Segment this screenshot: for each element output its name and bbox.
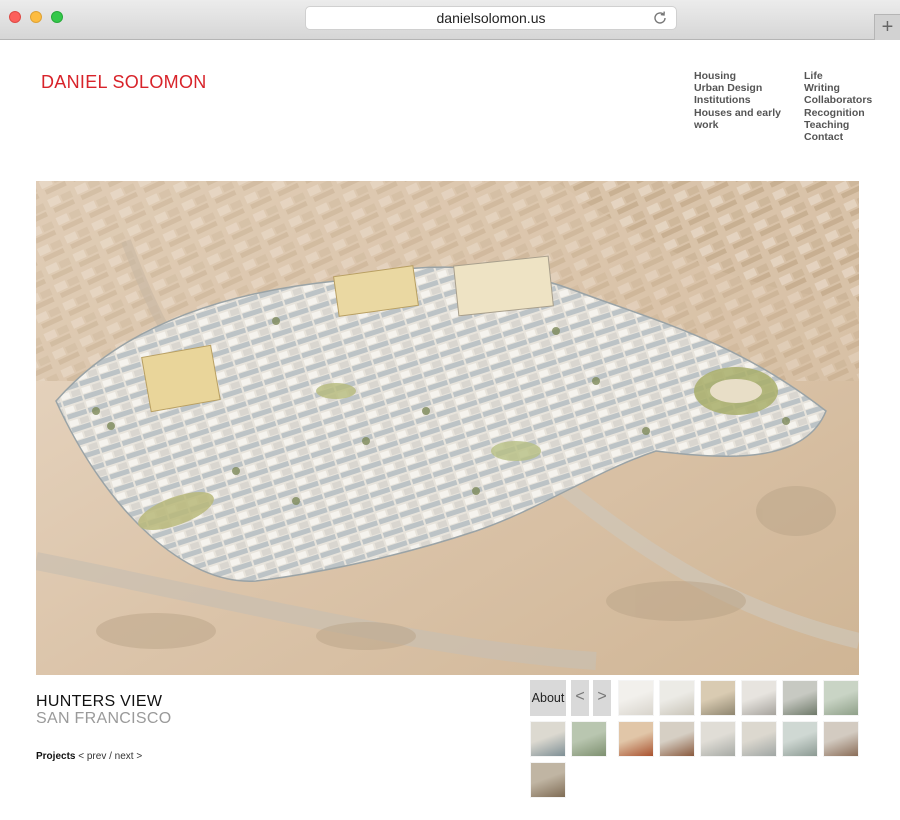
project-location: SAN FRANCISCO: [36, 710, 172, 727]
gallery-thumbnail[interactable]: [700, 680, 736, 716]
gallery-thumbnail[interactable]: [530, 762, 566, 798]
zoom-window-button[interactable]: [51, 11, 63, 23]
nav-link-housing[interactable]: Housing: [694, 70, 794, 82]
gallery-thumbnail[interactable]: [618, 721, 654, 757]
gallery-next-button[interactable]: >: [593, 680, 611, 716]
project-pager: Projects < prev / next >: [36, 751, 142, 762]
minimize-window-button[interactable]: [30, 11, 42, 23]
gallery-thumbnail[interactable]: [618, 680, 654, 716]
nav-link-collaborators[interactable]: Collaborators: [804, 94, 894, 106]
primary-nav: Housing Urban Design Institutions Houses…: [694, 70, 794, 131]
nav-link-life[interactable]: Life: [804, 70, 894, 82]
gallery-thumbnail[interactable]: [571, 721, 607, 757]
new-tab-button[interactable]: +: [874, 14, 900, 40]
nav-link-teaching[interactable]: Teaching: [804, 119, 894, 131]
pager-separator: /: [109, 751, 112, 762]
gallery-thumbnail[interactable]: [741, 721, 777, 757]
project-title: HUNTERS VIEW: [36, 693, 163, 710]
close-window-button[interactable]: [9, 11, 21, 23]
gallery-thumbnail[interactable]: [530, 721, 566, 757]
about-button[interactable]: About: [530, 680, 566, 716]
projects-link[interactable]: Projects: [36, 751, 75, 762]
gallery-prev-button[interactable]: <: [571, 680, 589, 716]
site-logo[interactable]: DANIEL SOLOMON: [41, 72, 207, 93]
address-text: danielsolomon.us: [436, 10, 546, 26]
gallery-thumbnail[interactable]: [782, 721, 818, 757]
aerial-watercolor-illustration: [36, 181, 859, 675]
gallery-thumbnail[interactable]: [782, 680, 818, 716]
prev-link[interactable]: < prev: [78, 751, 106, 762]
nav-link-houses-early-work[interactable]: Houses and early work: [694, 107, 794, 131]
next-link[interactable]: next >: [115, 751, 143, 762]
gallery-thumbnail[interactable]: [659, 680, 695, 716]
nav-link-contact[interactable]: Contact: [804, 131, 894, 143]
gallery-thumbnail[interactable]: [741, 680, 777, 716]
gallery-thumbnail[interactable]: [659, 721, 695, 757]
nav-link-urban-design[interactable]: Urban Design: [694, 82, 794, 94]
gallery-thumbnail[interactable]: [823, 721, 859, 757]
browser-toolbar: danielsolomon.us +: [0, 0, 900, 40]
gallery-thumbnail[interactable]: [823, 680, 859, 716]
reload-icon[interactable]: [652, 10, 668, 26]
nav-link-writing[interactable]: Writing: [804, 82, 894, 94]
nav-link-institutions[interactable]: Institutions: [694, 94, 794, 106]
hero-image: [36, 181, 859, 675]
gallery-thumbnail[interactable]: [700, 721, 736, 757]
secondary-nav: Life Writing Collaborators Recognition T…: [804, 70, 894, 143]
address-bar[interactable]: danielsolomon.us: [305, 6, 677, 30]
nav-link-recognition[interactable]: Recognition: [804, 107, 894, 119]
